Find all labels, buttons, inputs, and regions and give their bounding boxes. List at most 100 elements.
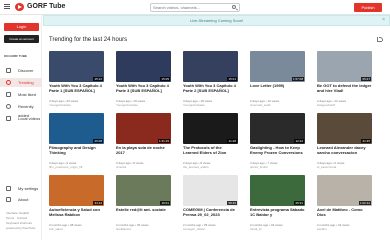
- sidebar-item-recently-added[interactable]: Recently added: [0, 102, 42, 118]
- flame-icon: [6, 80, 11, 85]
- sidebar-item-label: Trending: [18, 80, 34, 85]
- main-content: Live-Streaming Coming Soon! × Trending f…: [42, 15, 390, 240]
- video-thumbnail[interactable]: 16:01: [116, 175, 171, 206]
- sidebar-item-local-videos[interactable]: Local videos: [0, 114, 42, 123]
- duration-badge: 12:22: [294, 139, 304, 143]
- duration-badge: 1:02:12: [358, 201, 371, 205]
- duration-badge: 05:47: [361, 77, 371, 81]
- video-thumbnail[interactable]: 15:05: [116, 51, 171, 82]
- duration-badge: 29:08: [93, 139, 103, 143]
- video-thumbnail[interactable]: 25:31: [250, 175, 305, 206]
- search-input[interactable]: [153, 4, 227, 11]
- duration-badge: 15:01: [227, 77, 237, 81]
- video-title[interactable]: Youth With You 3 Capitulo 4 Parte 2 [SUB…: [183, 84, 238, 98]
- announcement-banner: Live-Streaming Coming Soon! ×: [43, 15, 390, 26]
- video-channel[interactable]: Youngerbrotaste: [183, 103, 238, 107]
- video-channel[interactable]: cinemark_sedd: [250, 103, 305, 107]
- sidebar-item-label: My settings: [18, 186, 39, 191]
- home-icon: [6, 116, 11, 121]
- video-thumbnail[interactable]: 34:12: [49, 175, 104, 206]
- video-title[interactable]: Youth With You 3 Capitulo 4 Parte 1 [SUB…: [49, 84, 104, 98]
- video-channel[interactable]: el_cavernicola: [317, 165, 372, 169]
- sidebar: Login Create an account ON GORF TUBE Dis…: [0, 15, 42, 240]
- video-title[interactable]: Be GOT to defend the ledger and hire Vla…: [317, 84, 372, 98]
- duration-badge: 15:05: [160, 77, 170, 81]
- search-icon[interactable]: [232, 5, 236, 9]
- video-channel[interactable]: the_learned_elders: [183, 165, 238, 169]
- video-channel[interactable]: cinecita: [116, 165, 171, 169]
- video-title[interactable]: Youth With You 3 Capitulo 4 Parte 3 [SUB…: [116, 84, 171, 98]
- brand-name[interactable]: GORF Tube: [27, 2, 65, 12]
- duration-badge: 25:31: [294, 201, 304, 205]
- video-thumbnail[interactable]: 12:22: [250, 113, 305, 144]
- rss-feed-icon[interactable]: [377, 37, 383, 42]
- video-thumbnail[interactable]: 58:45: [183, 175, 238, 206]
- gear-icon: [6, 186, 11, 191]
- video-thumbnail[interactable]: 1:02:12: [317, 175, 372, 206]
- video-title[interactable]: Estelle red@lt ant- sociale: [116, 208, 171, 222]
- video-title[interactable]: Axel de Mattheo - Como Dios: [317, 208, 372, 222]
- duration-badge: 58:45: [227, 201, 237, 205]
- duration-badge: 21:45: [361, 139, 371, 143]
- close-icon[interactable]: ×: [382, 16, 385, 25]
- video-thumbnail[interactable]: 41:28: [183, 113, 238, 144]
- video-channel[interactable]: axeldm: [317, 227, 372, 231]
- footer-shortcuts[interactable]: Keyboard shortcuts: [6, 221, 32, 225]
- video-thumbnail[interactable]: 29:08: [49, 113, 104, 144]
- info-icon: [6, 197, 11, 202]
- video-thumbnail[interactable]: 1:57:08: [250, 51, 305, 82]
- duration-badge: 15:12: [93, 77, 103, 81]
- sidebar-section-title: ON GORF TUBE: [4, 54, 27, 58]
- sidebar-item-discover[interactable]: Discover: [0, 66, 42, 75]
- video-thumbnail[interactable]: 05:47: [317, 51, 372, 82]
- thumbs-up-icon: [6, 92, 11, 97]
- top-bar: GORF Tube Publish: [0, 0, 390, 15]
- video-channel[interactable]: ssb_salud: [49, 227, 104, 231]
- video-title[interactable]: The Protocols of the Learned Elders of Z…: [183, 146, 238, 160]
- footer-terms[interactable]: Terms · Contact: [6, 216, 27, 220]
- search-box[interactable]: [150, 3, 240, 12]
- compass-icon: [6, 68, 11, 73]
- video-title[interactable]: Filmography and Design Thinking: [49, 146, 104, 160]
- footer-language[interactable]: Interface: English: [6, 211, 29, 215]
- sidebar-item-label: Most liked: [18, 92, 37, 97]
- banner-text: Live-Streaming Coming Soon!: [189, 18, 244, 23]
- video-channel[interactable]: canal_1c: [250, 227, 305, 231]
- video-title[interactable]: Leonard Alexander dacey sarcho conversac…: [317, 146, 372, 160]
- video-channel[interactable]: Youngerbrotaste: [49, 103, 104, 107]
- video-thumbnail[interactable]: 15:01: [183, 51, 238, 82]
- video-channel[interactable]: doctor_lindon: [250, 165, 305, 169]
- video-thumbnail[interactable]: 21:45: [317, 113, 372, 144]
- video-title[interactable]: COMEGIM | Conferencia de Prensa 29_02_20…: [183, 208, 238, 222]
- sidebar-item-most-liked[interactable]: Most liked: [0, 90, 42, 99]
- video-channel[interactable]: film_producers_origin_filf: [49, 165, 104, 169]
- video-title[interactable]: Gaslighting - How to Keep Enemy Frozen C…: [250, 146, 305, 160]
- video-title[interactable]: Autoeficiencia y Salud con Melissa Rabik…: [49, 208, 104, 222]
- login-button[interactable]: Login: [4, 23, 39, 31]
- video-thumbnail[interactable]: 1:41:15: [116, 113, 171, 144]
- video-channel[interactable]: tinellianicut: [116, 227, 171, 231]
- create-account-button[interactable]: Create an account: [4, 35, 39, 43]
- duration-badge: 34:12: [93, 201, 103, 205]
- video-title[interactable]: En la playa sola de noche 2017: [116, 146, 171, 160]
- menu-icon[interactable]: [4, 4, 10, 9]
- video-channel[interactable]: Youngerbrotaste: [116, 103, 171, 107]
- duration-badge: 1:41:15: [157, 139, 170, 143]
- video-title[interactable]: Entrevista programa Sábado 1C Baldor y: [250, 208, 305, 222]
- footer-powered-by[interactable]: powered by PeerTube: [6, 226, 35, 230]
- duration-badge: 16:01: [160, 201, 170, 205]
- video-title[interactable]: Love Letter (1995): [250, 84, 305, 98]
- sidebar-item-label: About: [18, 197, 29, 202]
- clock-icon: [6, 104, 11, 109]
- video-thumbnail[interactable]: 15:12: [49, 51, 104, 82]
- duration-badge: 1:57:08: [291, 77, 304, 81]
- sidebar-item-label: Local videos: [18, 116, 41, 121]
- video-channel[interactable]: comegim_oficial: [183, 227, 238, 231]
- play-circle-icon[interactable]: [15, 3, 24, 11]
- sidebar-item-trending[interactable]: Trending: [0, 78, 42, 87]
- page-title: Trending for the last 24 hours: [49, 37, 128, 43]
- publish-button[interactable]: Publish: [354, 3, 382, 12]
- sidebar-item-about[interactable]: About: [0, 195, 42, 204]
- video-channel[interactable]: lottagoodstuff: [317, 103, 372, 107]
- sidebar-item-my-settings[interactable]: My settings: [0, 184, 42, 193]
